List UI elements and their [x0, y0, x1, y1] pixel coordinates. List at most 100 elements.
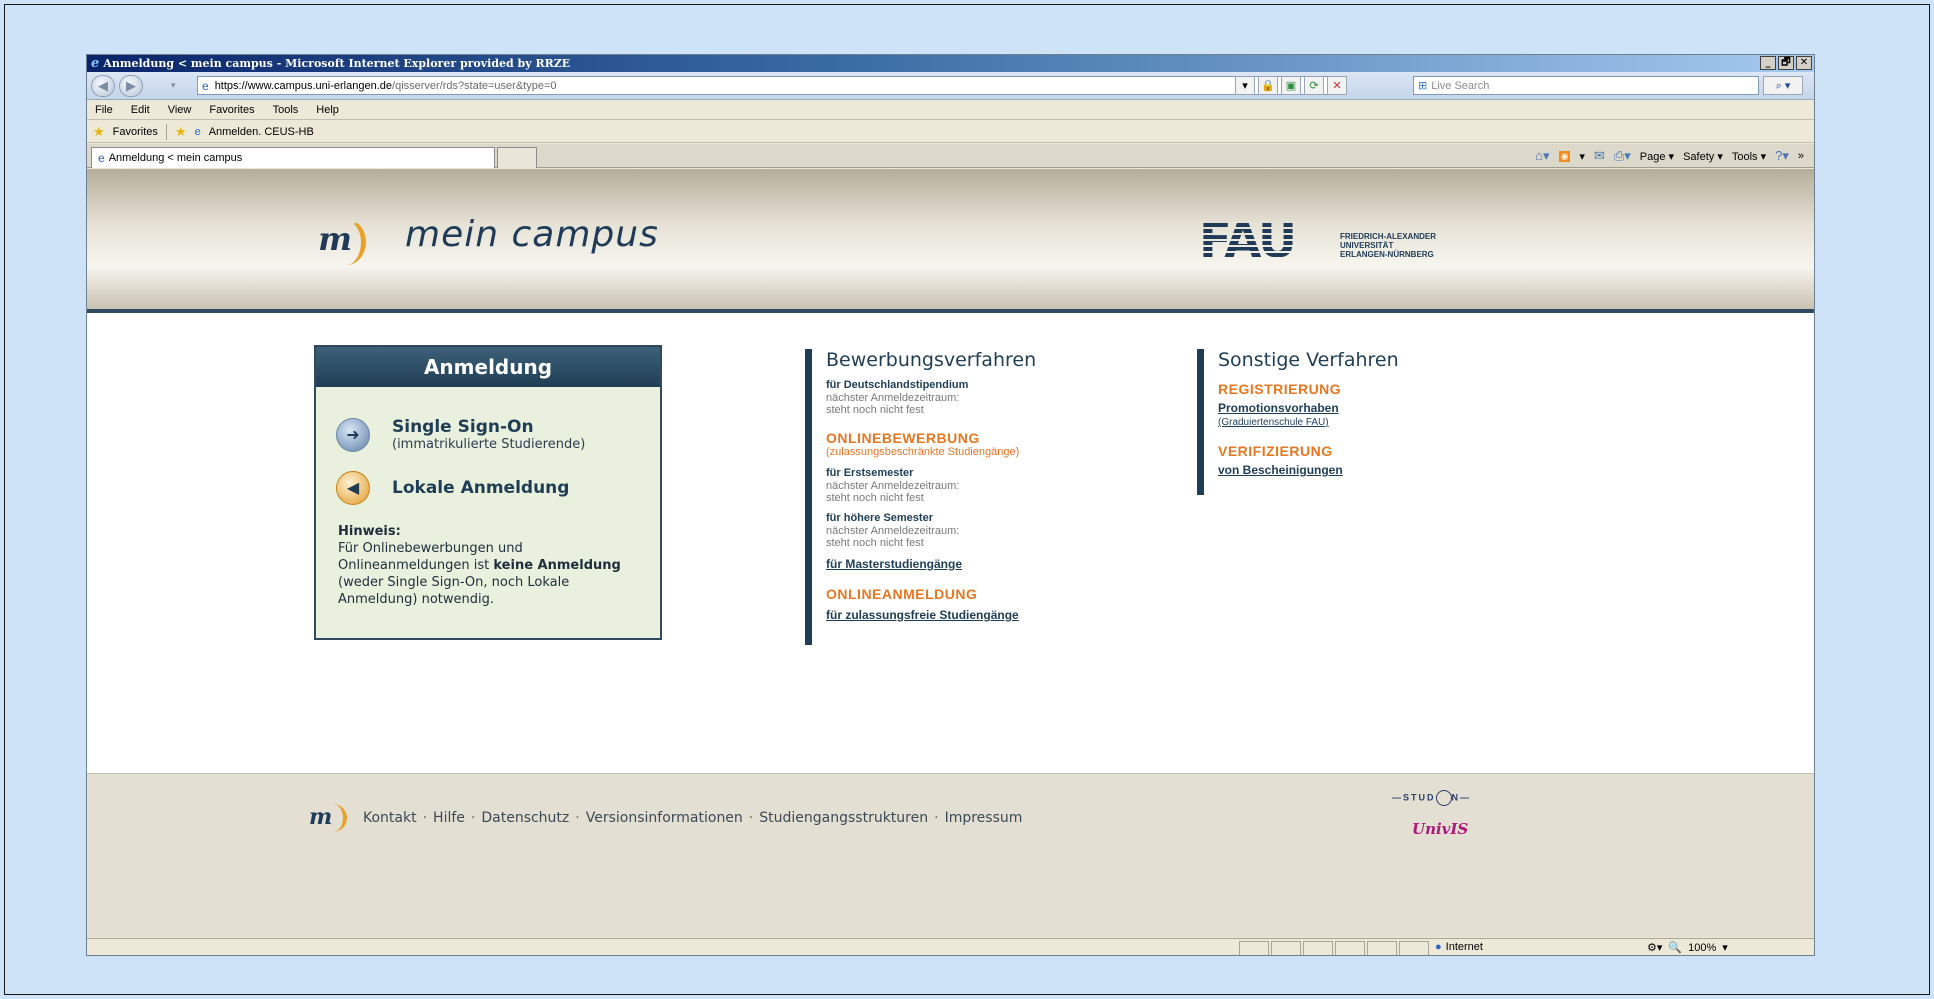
bewerbung-title: Bewerbungsverfahren — [826, 349, 1037, 371]
favorites-star-icon: ★ — [93, 123, 105, 139]
studon-logo[interactable]: —STUD N— — [1392, 790, 1471, 806]
safety-menu[interactable]: Safety ▾ — [1683, 150, 1723, 163]
zone-label: Internet — [1445, 941, 1483, 953]
login-hint: Hinweis: Für Onlinebewerbungen und Onlin… — [338, 523, 650, 608]
zoom-icon: 🔍 — [1668, 942, 1683, 954]
status-cell — [1239, 941, 1269, 955]
footer-link-versionsinformationen[interactable]: Versionsinformationen — [586, 810, 743, 826]
fau-logo[interactable]: FAU — [1199, 217, 1297, 265]
footer-link-kontakt[interactable]: Kontakt — [363, 810, 417, 826]
window-title: Anmeldung < mein campus - Microsoft Inte… — [103, 57, 571, 70]
favorites-bar: ★ Favorites ★ e Anmelden. CEUS-HB — [87, 121, 1814, 143]
sso-login-link[interactable]: ➜ Single Sign-On (immatrikulierte Studie… — [336, 417, 585, 452]
tab-label: Anmeldung < mein campus — [108, 152, 243, 164]
menu-favorites[interactable]: Favorites — [209, 104, 254, 116]
favorite-page-icon: e — [194, 125, 201, 138]
footer-separator: · — [575, 810, 580, 826]
bescheinigungen-link[interactable]: von Bescheinigungen — [1218, 463, 1517, 478]
sso-sublabel: (immatrikulierte Studierende) — [392, 437, 586, 452]
status-cell — [1335, 941, 1365, 955]
favorite-item[interactable]: Anmelden. CEUS-HB — [209, 126, 314, 138]
promotion-link[interactable]: Promotionsvorhaben — [1218, 401, 1517, 416]
page-menu[interactable]: Page ▾ — [1640, 150, 1674, 163]
maximize-button[interactable]: 🗗 — [1778, 56, 1794, 70]
hoehere-semester-line-2: steht noch nicht fest — [826, 537, 924, 549]
deutschland-line-2: steht noch nicht fest — [826, 404, 924, 416]
studon-text: STUD — [1403, 792, 1436, 803]
menu-bar: File Edit View Favorites Tools Help — [87, 101, 1814, 120]
onlinebewerbung-heading: ONLINEBEWERBUNG — [826, 430, 980, 446]
menu-help[interactable]: Help — [316, 104, 339, 116]
sonstige-column: Sonstige Verfahren REGISTRIERUNG Promoti… — [1197, 349, 1517, 495]
footer-logo-icon[interactable]: m — [309, 804, 348, 832]
studon-circle-icon — [1435, 790, 1452, 806]
ie-logo-icon: e — [91, 56, 100, 71]
add-favorite-icon[interactable]: ★ — [175, 124, 187, 140]
footer-link-impressum[interactable]: Impressum — [945, 810, 1023, 826]
site-footer: m Kontakt · Hilfe · Datenschutz · Versio… — [87, 773, 1814, 937]
print-icon[interactable]: ⎙▾ — [1614, 148, 1631, 164]
stop-icon[interactable]: ✕ — [1327, 76, 1347, 95]
close-button[interactable]: ✕ — [1796, 56, 1812, 70]
favorites-button[interactable]: Favorites — [113, 126, 158, 138]
help-icon[interactable]: ?▾ — [1775, 148, 1789, 164]
footer-link-hilfe[interactable]: Hilfe — [433, 810, 465, 826]
minimize-button[interactable]: _ — [1760, 56, 1776, 70]
login-title: Anmeldung — [316, 347, 660, 387]
tools-menu[interactable]: Tools ▾ — [1732, 150, 1766, 163]
forward-button[interactable]: ▶ — [119, 75, 143, 97]
deutschland-line-1: nächster Anmeldezeitraum: — [826, 392, 960, 404]
footer-links: Kontakt · Hilfe · Datenschutz · Versions… — [363, 810, 1022, 826]
mein-campus-logo-icon[interactable]: m — [313, 219, 366, 265]
back-button[interactable]: ◀ — [91, 75, 115, 97]
search-input[interactable]: ⊞ Live Search — [1413, 76, 1759, 95]
master-link[interactable]: für Masterstudiengänge — [826, 557, 1145, 572]
footer-separator: · — [934, 810, 939, 826]
menu-edit[interactable]: Edit — [131, 104, 150, 116]
local-login-label: Lokale Anmeldung — [392, 478, 570, 498]
protected-mode-icon[interactable]: ⚙▾ — [1647, 941, 1662, 954]
security-zone[interactable]: ● Internet — [1435, 941, 1483, 953]
fau-line-3: ERLANGEN-NÜRNBERG — [1340, 250, 1434, 259]
back-arrow-icon: ◀ — [98, 78, 108, 93]
history-dropdown-icon[interactable]: ▾ — [171, 80, 176, 91]
rss-icon[interactable]: ◉ — [1558, 150, 1571, 162]
menu-tools[interactable]: Tools — [273, 104, 299, 116]
login-panel: Anmeldung ➜ Single Sign-On (immatrikulie… — [314, 345, 662, 640]
forward-arrow-icon: ▶ — [126, 78, 136, 93]
new-tab-button[interactable] — [497, 147, 537, 168]
search-button[interactable]: ⌕ ▾ — [1763, 76, 1803, 95]
compatibility-icon[interactable]: ▣ — [1281, 76, 1301, 95]
status-bar: ● Internet ⚙▾ 🔍 100% ▾ — [87, 938, 1814, 955]
status-cell — [1399, 941, 1429, 955]
menu-file[interactable]: File — [95, 104, 113, 116]
erstsemester-line-1: nächster Anmeldezeitraum: — [826, 480, 960, 492]
chevron-more-icon[interactable]: » — [1798, 150, 1804, 162]
zoom-dropdown-icon[interactable]: ▾ — [1722, 941, 1728, 954]
footer-link-studiengangsstrukturen[interactable]: Studiengangsstrukturen — [759, 810, 928, 826]
univis-logo[interactable]: UnivIS — [1412, 820, 1468, 838]
address-bar: ◀ ▶ ▾ e https://www.campus.uni-erlangen.… — [87, 72, 1814, 100]
home-icon[interactable]: ⌂▾ — [1535, 148, 1549, 164]
url-input[interactable]: e https://www.campus.uni-erlangen.de/qis… — [197, 76, 1343, 95]
menu-view[interactable]: View — [168, 104, 192, 116]
magnifier-icon: ⌕ ▾ — [1775, 79, 1791, 92]
zoom-control[interactable]: ⚙▾ 🔍 100% ▾ — [1647, 941, 1728, 955]
erstsemester-line-2: steht noch nicht fest — [826, 492, 924, 504]
footer-separator: · — [748, 810, 754, 826]
title-bar: e Anmeldung < mein campus - Microsoft In… — [87, 55, 1814, 72]
zulassungsfrei-link[interactable]: für zulassungsfreie Studiengänge — [826, 608, 1145, 623]
bewerbung-column: Bewerbungsverfahren für Deutschlandstipe… — [805, 349, 1145, 645]
url-host: https://www.campus.uni-erlangen.de — [214, 79, 393, 92]
fau-line-1: FRIEDRICH-ALEXANDER — [1340, 232, 1436, 241]
lock-icon[interactable]: 🔒 — [1258, 76, 1278, 95]
rss-dropdown-icon[interactable]: ▾ — [1579, 150, 1585, 163]
url-dropdown-button[interactable]: ▾ — [1235, 76, 1255, 95]
footer-link-datenschutz[interactable]: Datenschutz — [481, 810, 569, 826]
hoehere-semester-line-1: nächster Anmeldezeitraum: — [826, 525, 960, 537]
refresh-icon[interactable]: ⟳ — [1304, 76, 1324, 95]
mail-icon[interactable]: ✉ — [1594, 148, 1605, 164]
tab-active[interactable]: e Anmeldung < mein campus — [91, 147, 495, 168]
local-login-link[interactable]: ◀ Lokale Anmeldung — [336, 471, 569, 505]
graduiertenschule-link[interactable]: (Graduiertenschule FAU) — [1218, 416, 1517, 429]
